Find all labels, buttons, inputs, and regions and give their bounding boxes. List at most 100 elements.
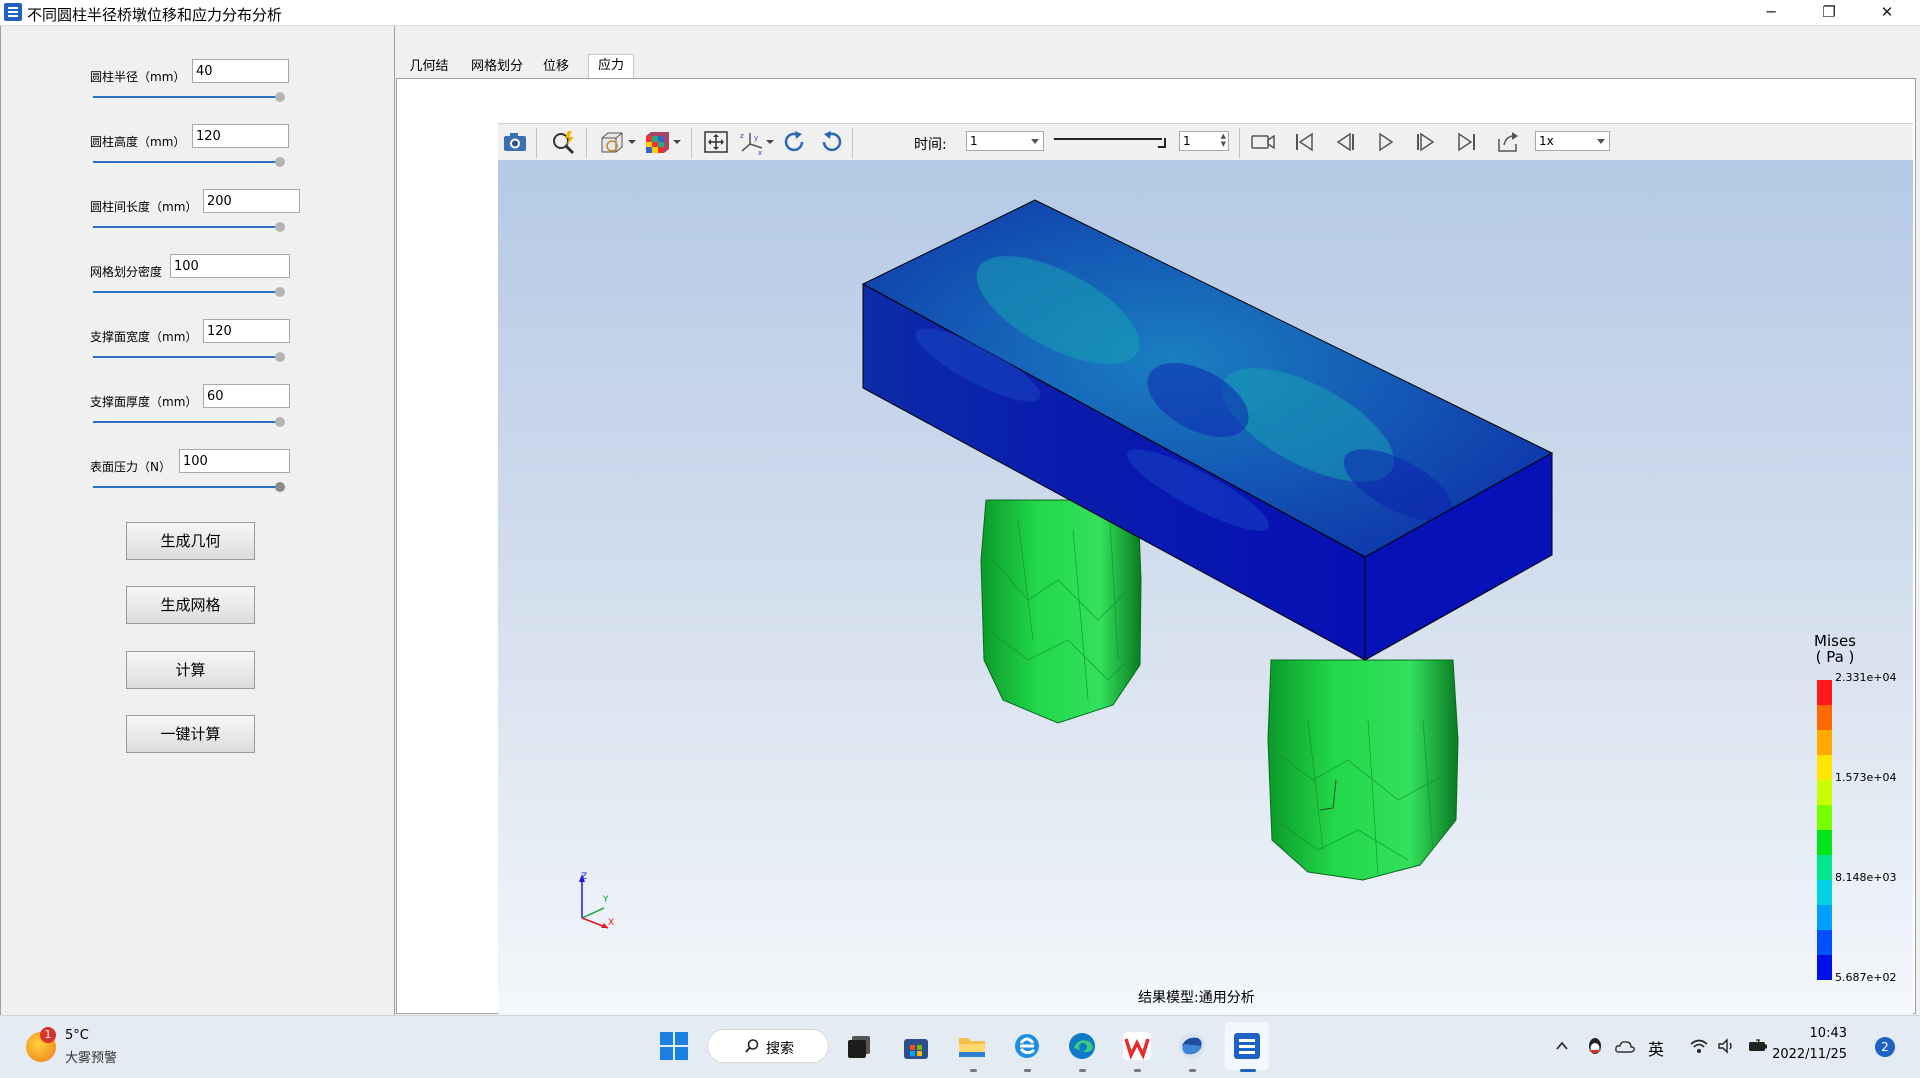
play-icon[interactable] bbox=[1371, 129, 1399, 155]
cylinder-radius-slider[interactable] bbox=[93, 91, 285, 103]
viewport-3d[interactable]: Z Y X Mises ( Pa ) 2.331e+04 1.573e+04 8… bbox=[498, 160, 1913, 1014]
taskbar-search[interactable]: 搜索 bbox=[707, 1029, 829, 1063]
cylinder-radius-input[interactable]: 40 bbox=[192, 59, 289, 83]
last-frame-icon[interactable] bbox=[1453, 129, 1481, 155]
spin-arrows-icon[interactable]: ▲ ▼ bbox=[1221, 132, 1226, 148]
search-label: 搜索 bbox=[766, 1041, 794, 1057]
axis-y-label: Y bbox=[602, 895, 609, 905]
param-support-thickness: 支撑面厚度（mm） 60 bbox=[1, 381, 394, 431]
speed-select[interactable]: 1x bbox=[1535, 131, 1610, 151]
svg-text:x: x bbox=[758, 149, 762, 155]
volume-icon[interactable] bbox=[1716, 1037, 1736, 1055]
rotate-ccw-icon[interactable] bbox=[818, 129, 846, 155]
chevron-up-icon[interactable] bbox=[1555, 1039, 1569, 1053]
start-icon[interactable] bbox=[658, 1030, 690, 1062]
tab-stress[interactable]: 应力 bbox=[588, 54, 634, 80]
legend-tick-3: 8.148e+03 bbox=[1835, 871, 1897, 884]
wifi-icon[interactable] bbox=[1689, 1037, 1709, 1055]
clock-date[interactable]: 2022/11/25 bbox=[1767, 1047, 1847, 1062]
chevron-down-icon[interactable] bbox=[765, 139, 775, 145]
notification-badge[interactable]: 2 bbox=[1875, 1037, 1895, 1057]
fit-view-icon[interactable] bbox=[702, 129, 730, 155]
legend-tick-2: 1.573e+04 bbox=[1835, 771, 1897, 784]
next-frame-icon[interactable] bbox=[1412, 129, 1440, 155]
time-select[interactable]: 1 bbox=[966, 131, 1044, 151]
edge-icon[interactable] bbox=[1066, 1030, 1098, 1062]
taskview-icon[interactable] bbox=[843, 1030, 875, 1062]
qq-icon[interactable] bbox=[1585, 1036, 1605, 1056]
compute-button[interactable]: 计算 bbox=[126, 651, 255, 689]
zoom-icon[interactable] bbox=[550, 129, 578, 155]
surface-pressure-slider[interactable] bbox=[93, 481, 285, 493]
slider-knob[interactable] bbox=[275, 417, 285, 427]
surface-pressure-input[interactable]: 100 bbox=[179, 449, 290, 473]
slider-knob[interactable] bbox=[275, 92, 285, 102]
color-cube-icon[interactable] bbox=[642, 129, 670, 155]
support-width-slider[interactable] bbox=[93, 351, 285, 363]
record-icon[interactable] bbox=[1249, 129, 1277, 155]
slider-knob[interactable] bbox=[275, 352, 285, 362]
chevron-down-icon bbox=[1031, 139, 1039, 144]
legend-color-bar bbox=[1817, 680, 1832, 980]
cylinder-height-slider[interactable] bbox=[93, 156, 285, 168]
search-icon bbox=[745, 1039, 759, 1053]
param-label: 圆柱高度（mm） bbox=[90, 135, 186, 149]
first-frame-icon[interactable] bbox=[1290, 129, 1318, 155]
cloud-icon[interactable] bbox=[1614, 1036, 1636, 1056]
cylinder-spacing-slider[interactable] bbox=[93, 221, 285, 233]
bridge-pier-model bbox=[861, 199, 1554, 881]
export-icon[interactable] bbox=[1494, 129, 1522, 155]
support-thickness-slider[interactable] bbox=[93, 416, 285, 428]
viewer-toolbar: z y x 时间: 1 1 ▲ ▼ 1x bbox=[498, 123, 1913, 161]
time-select-value: 1 bbox=[970, 134, 978, 148]
maximize-button[interactable]: ❐ bbox=[1806, 0, 1852, 25]
display-mode-icon[interactable] bbox=[598, 129, 626, 155]
tab-geometry[interactable]: 几何结构 bbox=[404, 56, 454, 96]
close-button[interactable]: ✕ bbox=[1864, 0, 1910, 25]
app-swirl-icon[interactable] bbox=[1176, 1030, 1208, 1062]
one-click-compute-button[interactable]: 一键计算 bbox=[126, 715, 255, 753]
legend-band bbox=[1817, 855, 1832, 880]
mesh-density-slider[interactable] bbox=[93, 286, 285, 298]
slider-knob[interactable] bbox=[275, 157, 285, 167]
rotate-cw-icon[interactable] bbox=[780, 129, 808, 155]
wps-icon[interactable] bbox=[1121, 1030, 1153, 1062]
slider-knob[interactable] bbox=[275, 482, 285, 492]
legend-band bbox=[1817, 680, 1832, 705]
support-thickness-input[interactable]: 60 bbox=[203, 384, 290, 408]
store-icon[interactable] bbox=[900, 1030, 932, 1062]
legend-band bbox=[1817, 730, 1832, 755]
time-slider[interactable] bbox=[1054, 136, 1166, 148]
battery-icon[interactable] bbox=[1747, 1037, 1769, 1055]
ie-icon[interactable] bbox=[1011, 1030, 1043, 1062]
cylinder-spacing-input[interactable]: 200 bbox=[203, 189, 300, 213]
minimize-button[interactable]: ─ bbox=[1748, 0, 1794, 25]
parameter-panel: 圆柱半径（mm） 40 圆柱高度（mm） 120 圆柱间长度（mm） 200 网… bbox=[0, 26, 395, 1015]
file-explorer-icon[interactable] bbox=[956, 1030, 988, 1062]
clock-time[interactable]: 10:43 bbox=[1787, 1026, 1847, 1041]
cylinder-height-input[interactable]: 120 bbox=[192, 124, 289, 148]
weather-temp[interactable]: 5°C bbox=[65, 1028, 89, 1043]
svg-text:y: y bbox=[754, 134, 758, 142]
prev-frame-icon[interactable] bbox=[1331, 129, 1359, 155]
ime-indicator[interactable]: 英 bbox=[1648, 1036, 1664, 1060]
legend-band bbox=[1817, 805, 1832, 830]
weather-desc[interactable]: 大雾预警 bbox=[65, 1047, 117, 1066]
speed-select-value: 1x bbox=[1539, 134, 1554, 148]
frame-spinbox[interactable]: 1 ▲ ▼ bbox=[1179, 131, 1229, 151]
chevron-down-icon[interactable] bbox=[672, 139, 682, 145]
tab-mesh[interactable]: 网格划分 bbox=[471, 56, 523, 78]
generate-mesh-button[interactable]: 生成网格 bbox=[126, 586, 255, 624]
generate-geometry-button[interactable]: 生成几何 bbox=[126, 522, 255, 560]
axes-icon[interactable]: z y x bbox=[738, 129, 766, 155]
mesh-density-input[interactable]: 100 bbox=[170, 254, 290, 278]
slider-knob[interactable] bbox=[275, 222, 285, 232]
support-width-input[interactable]: 120 bbox=[203, 319, 290, 343]
param-mesh-density: 网格划分密度 100 bbox=[1, 251, 394, 301]
camera-icon[interactable] bbox=[501, 129, 529, 155]
app-active-icon[interactable] bbox=[1231, 1030, 1263, 1062]
param-label: 网格划分密度 bbox=[90, 265, 163, 279]
chevron-down-icon[interactable] bbox=[627, 139, 637, 145]
slider-knob[interactable] bbox=[275, 287, 285, 297]
tab-displacement[interactable]: 位移 bbox=[540, 56, 572, 78]
